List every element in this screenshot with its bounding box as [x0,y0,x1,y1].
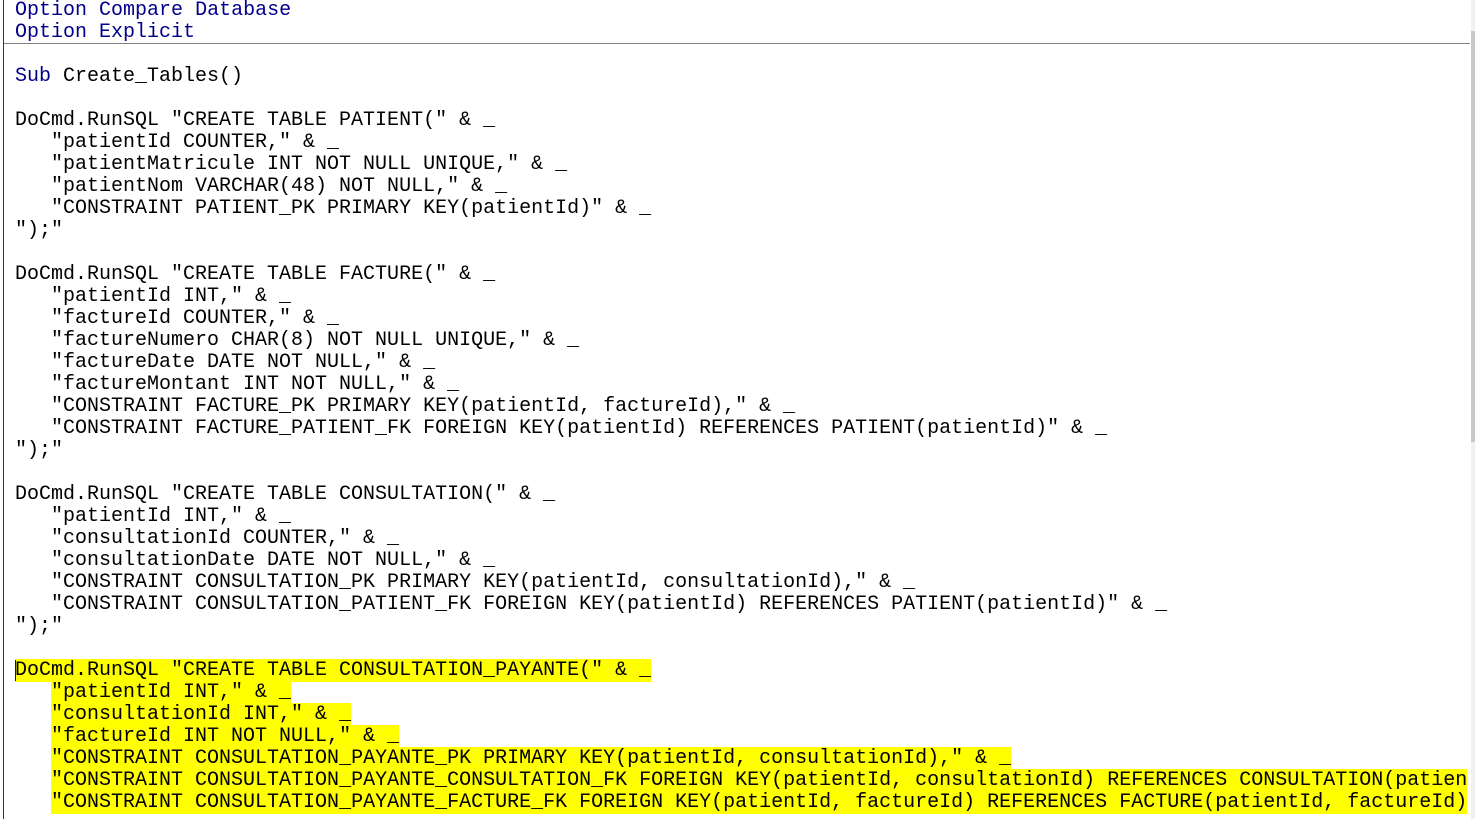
code-text: ");" [15,615,64,638]
keyword: Database [195,0,292,22]
selected-code: "consultationId INT," & _ [51,703,352,726]
code-text: "factureDate DATE NOT NULL," & _ [15,351,436,374]
code-text: Create_Tables() [51,65,244,88]
code-line[interactable]: Option Explicit [15,22,1467,44]
code-text: "factureId COUNTER," & _ [15,307,340,330]
code-line[interactable]: "consultationDate DATE NOT NULL," & _ [15,550,1467,572]
code-line[interactable]: "patientNom VARCHAR(48) NOT NULL," & _ [15,176,1467,198]
code-line[interactable]: DoCmd.RunSQL "CREATE TABLE PATIENT(" & _ [15,110,1467,132]
keyword: Compare [99,0,184,22]
scrollbar-thumb[interactable] [1471,31,1475,442]
code-area[interactable]: Option Compare Database Option Explicit Su… [15,0,1468,814]
code-line[interactable] [15,242,1467,264]
code-text: DoCmd.RunSQL "CREATE TABLE PATIENT(" & _ [15,109,496,132]
code-text: "patientId INT," & _ [15,505,292,528]
code-text: "consultationDate DATE NOT NULL," & _ [15,549,496,572]
code-line[interactable]: "CONSTRAINT FACTURE_PK PRIMARY KEY(patie… [15,396,1467,418]
code-line[interactable]: Option Compare Database [15,0,1467,22]
code-line[interactable]: DoCmd.RunSQL "CREATE TABLE CONSULTATION_… [15,659,1467,682]
code-line[interactable]: "patientId INT," & _ [15,506,1467,528]
code-line[interactable]: "CONSTRAINT FACTURE_PATIENT_FK FOREIGN K… [15,418,1467,440]
keyword: Option [15,21,88,44]
code-line[interactable]: "patientId COUNTER," & _ [15,132,1467,154]
keyword: Explicit [99,21,196,44]
code-line[interactable]: Sub Create_Tables() [15,66,1467,88]
code-line[interactable]: "factureDate DATE NOT NULL," & _ [15,352,1467,374]
code-text: "factureNumero CHAR(8) NOT NULL UNIQUE,"… [15,329,580,352]
selected-code: "CONSTRAINT CONSULTATION_PAYANTE_FACTURE… [51,791,1468,814]
code-line[interactable]: "CONSTRAINT PATIENT_PK PRIMARY KEY(patie… [15,198,1467,220]
code-text: DoCmd.RunSQL "CREATE TABLE CONSULTATION(… [15,483,556,506]
code-text: "CONSTRAINT CONSULTATION_PATIENT_FK FORE… [15,593,1168,616]
code-text: ");" [15,219,64,242]
code-text: "patientId INT," & _ [15,285,292,308]
selected-code: "CONSTRAINT CONSULTATION_PAYANTE_PK PRIM… [51,747,1012,770]
selected-code: DoCmd.RunSQL "CREATE TABLE CONSULTATION_… [15,659,652,682]
code-line[interactable] [15,638,1467,660]
margin-border [3,0,4,819]
code-line[interactable]: "factureMontant INT NOT NULL," & _ [15,374,1467,396]
code-text: "CONSTRAINT CONSULTATION_PK PRIMARY KEY(… [15,571,916,594]
selected-code: "CONSTRAINT CONSULTATION_PAYANTE_CONSULT… [51,769,1468,792]
code-line[interactable]: "patientMatricule INT NOT NULL UNIQUE," … [15,154,1467,176]
code-text: "patientMatricule INT NOT NULL UNIQUE," … [15,153,568,176]
code-text: "patientId COUNTER," & _ [15,131,340,154]
code-line[interactable]: "factureId INT NOT NULL," & _ [15,725,1467,748]
code-text: DoCmd.RunSQL "CREATE TABLE FACTURE(" & _ [15,263,496,286]
code-line[interactable]: ");" [15,616,1467,638]
keyword: Option [15,0,88,22]
code-line[interactable]: "factureId COUNTER," & _ [15,308,1467,330]
code-line[interactable]: "consultationId COUNTER," & _ [15,528,1467,550]
code-line[interactable]: "factureNumero CHAR(8) NOT NULL UNIQUE,"… [15,330,1467,352]
code-text: "patientNom VARCHAR(48) NOT NULL," & _ [15,175,508,198]
code-text: "consultationId COUNTER," & _ [15,527,400,550]
selected-code: "patientId INT," & _ [51,681,292,704]
code-text: ");" [15,439,64,462]
code-line[interactable] [15,88,1467,110]
vertical-scrollbar[interactable] [1471,0,1475,819]
code-text: "CONSTRAINT FACTURE_PATIENT_FK FOREIGN K… [15,417,1108,440]
code-line[interactable]: DoCmd.RunSQL "CREATE TABLE CONSULTATION(… [15,484,1467,506]
code-text: "CONSTRAINT FACTURE_PK PRIMARY KEY(patie… [15,395,796,418]
keyword: Sub [15,65,52,88]
code-line[interactable]: "CONSTRAINT CONSULTATION_PAYANTE_CONSULT… [15,769,1468,792]
code-text: "CONSTRAINT PATIENT_PK PRIMARY KEY(patie… [15,197,652,220]
code-line[interactable]: "CONSTRAINT CONSULTATION_PAYANTE_FACTURE… [15,791,1468,814]
code-line[interactable] [15,462,1467,484]
selected-code: "factureId INT NOT NULL," & _ [51,725,400,748]
code-line[interactable]: "CONSTRAINT CONSULTATION_PAYANTE_PK PRIM… [15,747,1467,770]
code-line[interactable]: ");" [15,440,1467,462]
code-line[interactable] [15,44,1467,66]
code-line[interactable]: "CONSTRAINT CONSULTATION_PK PRIMARY KEY(… [15,572,1467,594]
code-line[interactable]: "patientId INT," & _ [15,286,1467,308]
code-text: "factureMontant INT NOT NULL," & _ [15,373,460,396]
text-cursor [15,660,16,681]
code-line[interactable]: "consultationId INT," & _ [15,703,1467,726]
code-line[interactable]: DoCmd.RunSQL "CREATE TABLE FACTURE(" & _ [15,264,1467,286]
code-line[interactable]: ");" [15,220,1467,242]
code-editor[interactable]: Option Compare Database Option Explicit Su… [0,0,1471,819]
code-line[interactable]: "patientId INT," & _ [15,681,1467,704]
code-line[interactable]: "CONSTRAINT CONSULTATION_PATIENT_FK FORE… [15,594,1467,616]
